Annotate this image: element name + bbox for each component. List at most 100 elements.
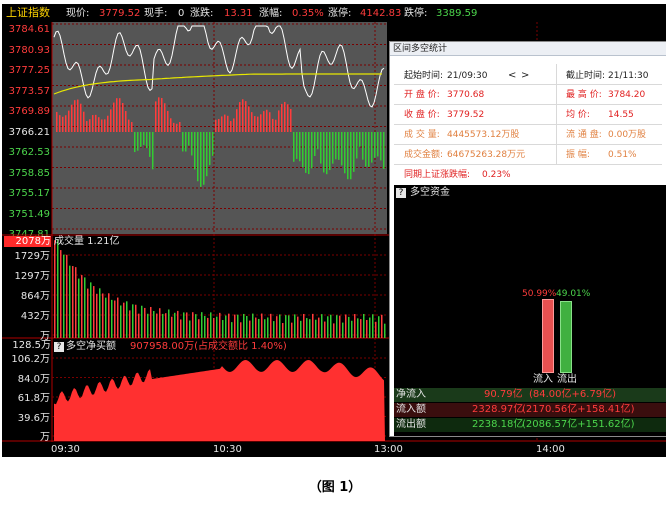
- volume-bar: [237, 314, 239, 338]
- volume-bar: [159, 308, 161, 338]
- volume-bar: [54, 240, 56, 338]
- pressure-bar: [155, 101, 157, 132]
- volume-bar: [324, 321, 326, 338]
- pressure-bar: [302, 132, 304, 168]
- outflow-amount-value: 2238.18亿: [472, 419, 524, 430]
- volume-axis-tick: 432万: [20, 311, 50, 322]
- amount-label: 成交金额:: [404, 150, 444, 160]
- volume-bar: [117, 297, 119, 338]
- time-axis-tick: 14:00: [536, 444, 565, 455]
- volume-bar: [177, 310, 179, 338]
- start-time-value[interactable]: 21/09:30: [447, 71, 487, 82]
- volume-bar: [249, 320, 251, 338]
- pressure-bar: [134, 132, 136, 153]
- end-time-value[interactable]: 21/11:30: [608, 71, 648, 82]
- pressure-bar: [251, 112, 253, 132]
- pressure-bar: [116, 98, 118, 132]
- pressure-bar: [236, 109, 238, 132]
- volume-bar: [375, 321, 377, 338]
- capital-title: 多空资金: [410, 187, 450, 198]
- pressure-bar: [224, 114, 226, 132]
- inflow-amount-row: 流入额 2328.97亿 (2170.56亿+158.41亿): [394, 403, 666, 417]
- volume-bar: [141, 305, 143, 338]
- volume-bar: [381, 314, 383, 338]
- pressure-bar: [266, 109, 268, 132]
- volume-bar: [87, 288, 89, 338]
- volume-bar: [312, 313, 314, 338]
- pressure-bar: [368, 132, 370, 167]
- volume-title: 成交量 1.21亿: [54, 236, 120, 247]
- pressure-bar: [254, 116, 256, 132]
- volume-bar: [366, 319, 368, 338]
- swing-value: 0.51%: [608, 150, 637, 160]
- close-value: 3779.52: [447, 110, 485, 120]
- pressure-bar: [281, 103, 283, 132]
- volume-bar: [309, 319, 311, 338]
- pressure-bar: [140, 132, 142, 147]
- time-axis-tick: 10:30: [213, 444, 242, 455]
- volume-bar: [243, 313, 245, 338]
- volume-bar: [300, 320, 302, 338]
- netbuy-axis-tick: 84.0万: [17, 373, 50, 385]
- volume-bar: [252, 313, 254, 338]
- volume-bar: [261, 313, 263, 338]
- volume-bar: [210, 312, 212, 338]
- interval-stats-dialog[interactable]: 区间多空统计 起始时间: 21/09:30 < > 截止时间: 21/11:30…: [389, 41, 666, 437]
- pressure-bar: [362, 132, 364, 160]
- netbuy-help-icon[interactable]: ?: [54, 342, 64, 352]
- pressure-bar: [137, 132, 139, 151]
- netbuy-title: 多空净买额: [66, 341, 116, 352]
- pressure-bar: [350, 132, 352, 180]
- pressure-bar: [98, 117, 100, 132]
- pressure-bar: [227, 115, 229, 132]
- pressure-bar: [185, 132, 187, 152]
- volume-bar: [345, 314, 347, 338]
- pressure-bar: [287, 104, 289, 132]
- pressure-bar: [128, 119, 130, 132]
- volume-bar: [180, 319, 182, 338]
- pressure-bar: [230, 121, 232, 132]
- pressure-bar: [68, 110, 70, 132]
- capital-help-icon[interactable]: ?: [396, 188, 406, 198]
- pressure-bar: [374, 132, 376, 158]
- volume-bar: [279, 314, 281, 338]
- pressure-bar: [338, 132, 340, 160]
- netbuy-axis-tick: 39.6万: [17, 412, 50, 424]
- volume-bar: [102, 293, 104, 338]
- pressure-bar: [101, 119, 103, 132]
- volume-bar: [105, 297, 107, 338]
- volume-bar: [132, 304, 134, 338]
- volume-bar: [150, 306, 152, 338]
- volume-bar: [171, 316, 173, 338]
- volume-bar: [96, 293, 98, 338]
- end-time-label: 截止时间:: [566, 71, 606, 81]
- volume-bar: [183, 312, 185, 338]
- pressure-bar: [377, 132, 379, 157]
- pressure-bar: [293, 132, 295, 162]
- volume-bar: [384, 323, 386, 338]
- volume-bar: [72, 266, 74, 338]
- pressure-bar: [95, 114, 97, 132]
- volume-bar: [81, 275, 83, 338]
- pressure-bar: [365, 132, 367, 167]
- next-arrow-button[interactable]: >: [521, 70, 529, 81]
- volume-bar: [198, 319, 200, 338]
- pressure-bar: [311, 132, 313, 169]
- pressure-bar: [131, 122, 133, 132]
- pressure-bar: [380, 132, 382, 161]
- pressure-bar: [278, 110, 280, 132]
- volume-bar: [246, 315, 248, 338]
- pressure-bar: [200, 132, 202, 187]
- volume-bar: [156, 313, 158, 338]
- volume-bar: [135, 304, 137, 338]
- netbuy-value: 907958.00万(占成交额比 1.40%): [130, 341, 287, 352]
- volume-axis-tick: 1729万: [14, 251, 50, 262]
- pressure-bar: [317, 132, 319, 150]
- pressure-bar: [209, 132, 211, 166]
- dialog-title[interactable]: 区间多空统计: [390, 42, 666, 56]
- volume-bar: [330, 314, 332, 338]
- pressure-bar: [191, 132, 193, 156]
- volume-bar: [288, 315, 290, 338]
- prev-arrow-button[interactable]: <: [508, 70, 516, 81]
- outflow-bar-label: 流出: [557, 374, 577, 385]
